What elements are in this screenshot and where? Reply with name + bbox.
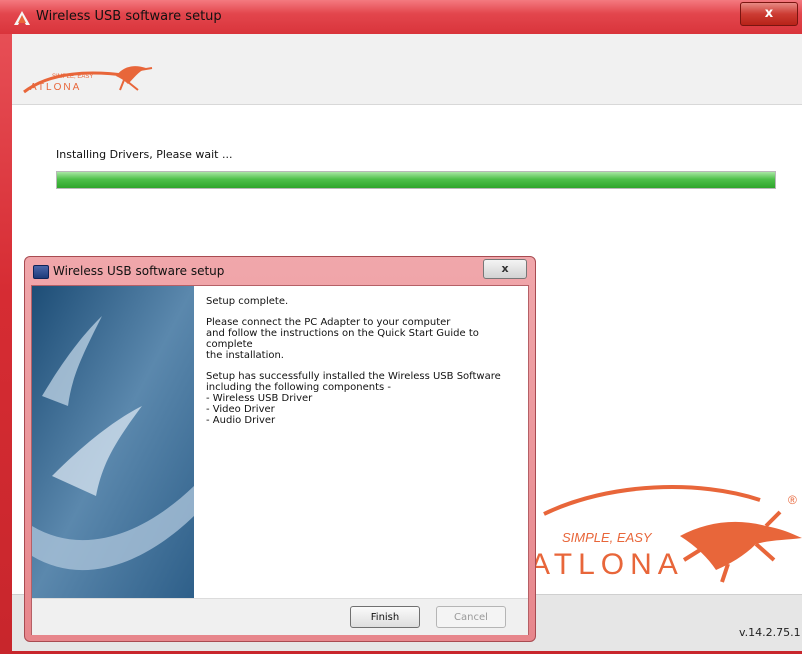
install-status-text: Installing Drivers, Please wait ... (56, 148, 233, 161)
version-label: v.14.2.75.1 (739, 626, 801, 639)
installer-app-icon (33, 265, 49, 279)
setup-complete-dialog: Wireless USB software setup x Setup comp… (24, 256, 536, 642)
dialog-message: Setup complete. Please connect the PC Ad… (206, 296, 524, 436)
main-close-button[interactable]: x (740, 2, 798, 26)
finish-button[interactable]: Finish (350, 606, 420, 628)
installed-components: Setup has successfully installed the Wir… (206, 371, 501, 426)
dialog-title: Wireless USB software setup (53, 264, 225, 278)
logo-brand: ATLONA (30, 82, 81, 93)
dialog-close-button[interactable]: x (483, 259, 527, 279)
main-window-titlebar[interactable]: Wireless USB software setup x (0, 0, 802, 34)
logo-banner: SIMPLE, EASY ATLONA (12, 34, 802, 105)
registered-mark: ® (788, 493, 797, 507)
install-progress-bar (56, 171, 776, 189)
close-icon: x (764, 6, 774, 21)
logo-tagline: SIMPLE, EASY (52, 74, 93, 80)
install-progress-fill (57, 172, 775, 188)
connect-instructions: Please connect the PC Adapter to your co… (206, 317, 479, 361)
dialog-client: Setup complete. Please connect the PC Ad… (31, 285, 529, 635)
atlona-app-icon (14, 11, 30, 25)
installer-side-graphic (32, 286, 194, 598)
big-logo-brand: ATLONA (530, 548, 684, 581)
gecko-logo-icon: SIMPLE, EASY ATLONA (23, 66, 153, 94)
dialog-button-strip: Finish Cancel (32, 598, 528, 635)
cancel-button[interactable]: Cancel (436, 606, 506, 628)
setup-complete-heading: Setup complete. (206, 296, 289, 307)
main-window-title: Wireless USB software setup (36, 9, 222, 24)
close-icon: x (501, 262, 509, 275)
gecko-logo-icon: SIMPLE, EASY ATLONA ® (530, 485, 802, 583)
big-logo-tagline: SIMPLE, EASY (562, 530, 653, 545)
dialog-titlebar[interactable]: Wireless USB software setup x (25, 257, 535, 283)
